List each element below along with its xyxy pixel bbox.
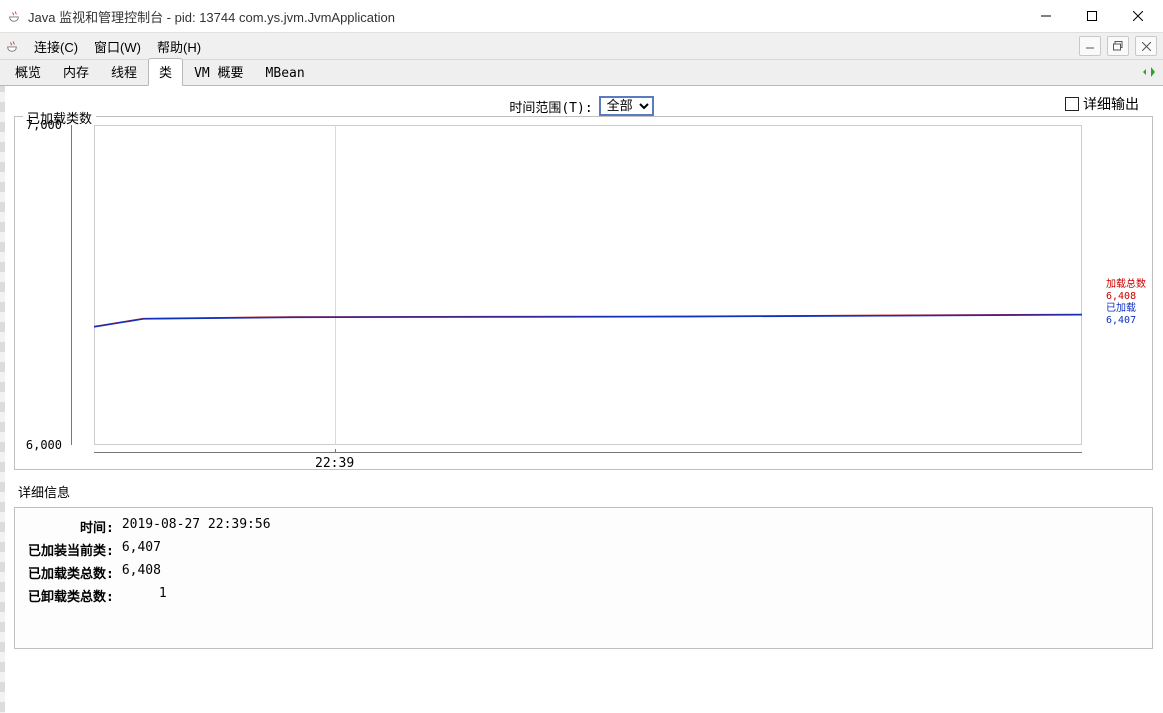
chart-svg (94, 125, 1082, 445)
y-tick-min: 6,000 (12, 438, 62, 452)
tab-overview[interactable]: 概览 (4, 58, 52, 86)
detail-key: 已卸载类总数: (25, 585, 117, 606)
java-app-icon (6, 8, 22, 24)
window-titlebar: Java 监视和管理控制台 - pid: 13744 com.ys.jvm.Jv… (0, 0, 1163, 32)
app-menubar: 连接(C) 窗口(W) 帮助(H) (0, 32, 1163, 60)
time-range-label: 时间范围(T): (509, 97, 592, 116)
detail-key: 已加装当前类: (25, 539, 117, 560)
internal-window-buttons (1079, 36, 1157, 56)
legend-series-0-val: 6,408 (1106, 291, 1146, 303)
legend-series-0-name: 加载总数 (1106, 279, 1146, 291)
x-tick-line (335, 449, 336, 453)
verbose-output-label: 详细输出 (1083, 94, 1139, 114)
window-maximize-button[interactable] (1069, 1, 1115, 31)
tab-mbean[interactable]: MBean (255, 62, 316, 86)
menu-help[interactable]: 帮助(H) (149, 33, 209, 60)
internal-minimize-button[interactable] (1079, 36, 1101, 56)
internal-close-button[interactable] (1135, 36, 1157, 56)
menu-window[interactable]: 窗口(W) (86, 33, 149, 60)
tab-vmsummary[interactable]: VM 概要 (183, 58, 254, 86)
window-close-button[interactable] (1115, 1, 1161, 31)
checkbox-icon (1065, 97, 1079, 111)
detail-key: 时间: (25, 516, 117, 537)
y-tick-max: 7,000 (12, 118, 62, 132)
detail-row-loaded-total: 已加载类总数:6,408 (25, 562, 274, 583)
legend-series-1-val: 6,407 (1106, 315, 1146, 327)
details-title: 详细信息 (14, 482, 1153, 501)
detail-val: 6,408 (119, 562, 274, 583)
internal-restore-button[interactable] (1107, 36, 1129, 56)
tab-memory[interactable]: 内存 (52, 58, 100, 86)
loaded-classes-chart: 已加载类数 7,000 6,000 22:39 加载总数 6,408 已加载 6… (14, 116, 1153, 470)
detail-row-time: 时间:2019-08-27 22:39:56 (25, 516, 274, 537)
detail-row-loaded-current: 已加装当前类:6,407 (25, 539, 274, 560)
detail-val: 6,407 (119, 539, 274, 560)
window-title: Java 监视和管理控制台 - pid: 13744 com.ys.jvm.Jv… (28, 7, 1023, 26)
time-range-select[interactable]: 全部 (599, 96, 654, 116)
window-minimize-button[interactable] (1023, 1, 1069, 31)
menu-connect[interactable]: 连接(C) (26, 33, 86, 60)
tab-threads[interactable]: 线程 (100, 58, 148, 86)
tab-bar: 概览 内存 线程 类 VM 概要 MBean (0, 60, 1163, 86)
legend-series-1-name: 已加载 (1106, 303, 1146, 315)
detail-val: 2019-08-27 22:39:56 (119, 516, 274, 537)
tab-classes[interactable]: 类 (148, 58, 183, 86)
detail-key: 已加载类总数: (25, 562, 117, 583)
java-app-icon (4, 38, 20, 54)
connection-status-icon (1137, 64, 1155, 83)
detail-val: 1 (119, 585, 274, 606)
detail-row-unloaded: 已卸载类总数:1 (25, 585, 274, 606)
chart-legend: 加载总数 6,408 已加载 6,407 (1106, 279, 1146, 327)
details-panel: 时间:2019-08-27 22:39:56 已加装当前类:6,407 已加载类… (14, 507, 1153, 649)
x-tick-label: 22:39 (315, 456, 354, 471)
x-axis (94, 452, 1082, 453)
verbose-output-toggle[interactable]: 详细输出 (1065, 94, 1139, 114)
chart-plot-area: 7,000 6,000 22:39 加载总数 6,408 已加载 6,407 (71, 125, 1082, 445)
